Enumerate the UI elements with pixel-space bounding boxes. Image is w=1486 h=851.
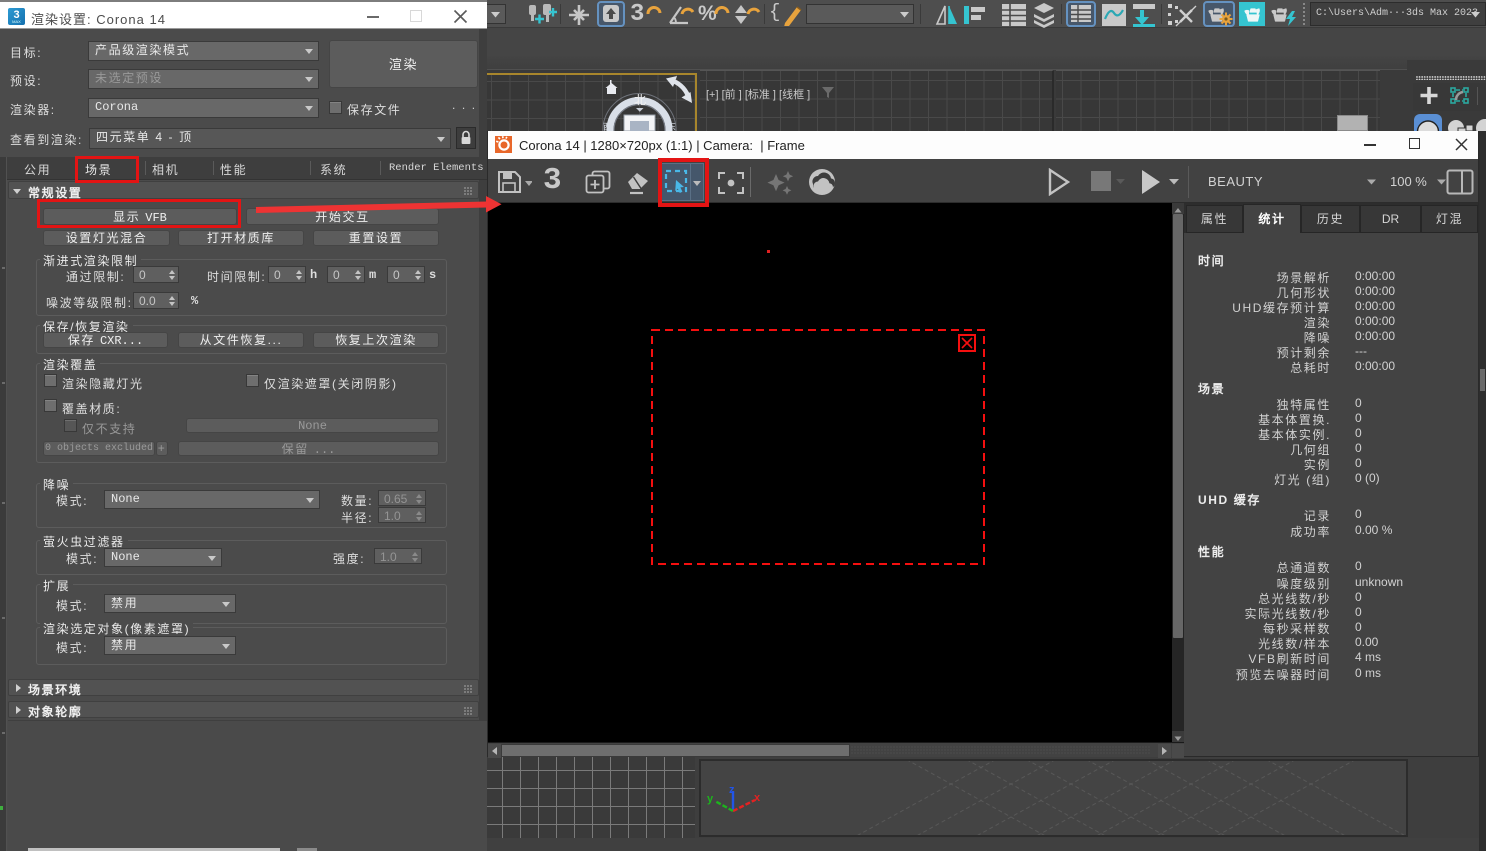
svg-text:y: y — [707, 793, 714, 805]
svg-text:x: x — [754, 792, 761, 804]
svg-text:西: 西 — [603, 122, 612, 131]
svg-text:北: 北 — [634, 93, 646, 107]
svg-text:东: 东 — [667, 121, 676, 131]
svg-text:z: z — [729, 784, 735, 796]
